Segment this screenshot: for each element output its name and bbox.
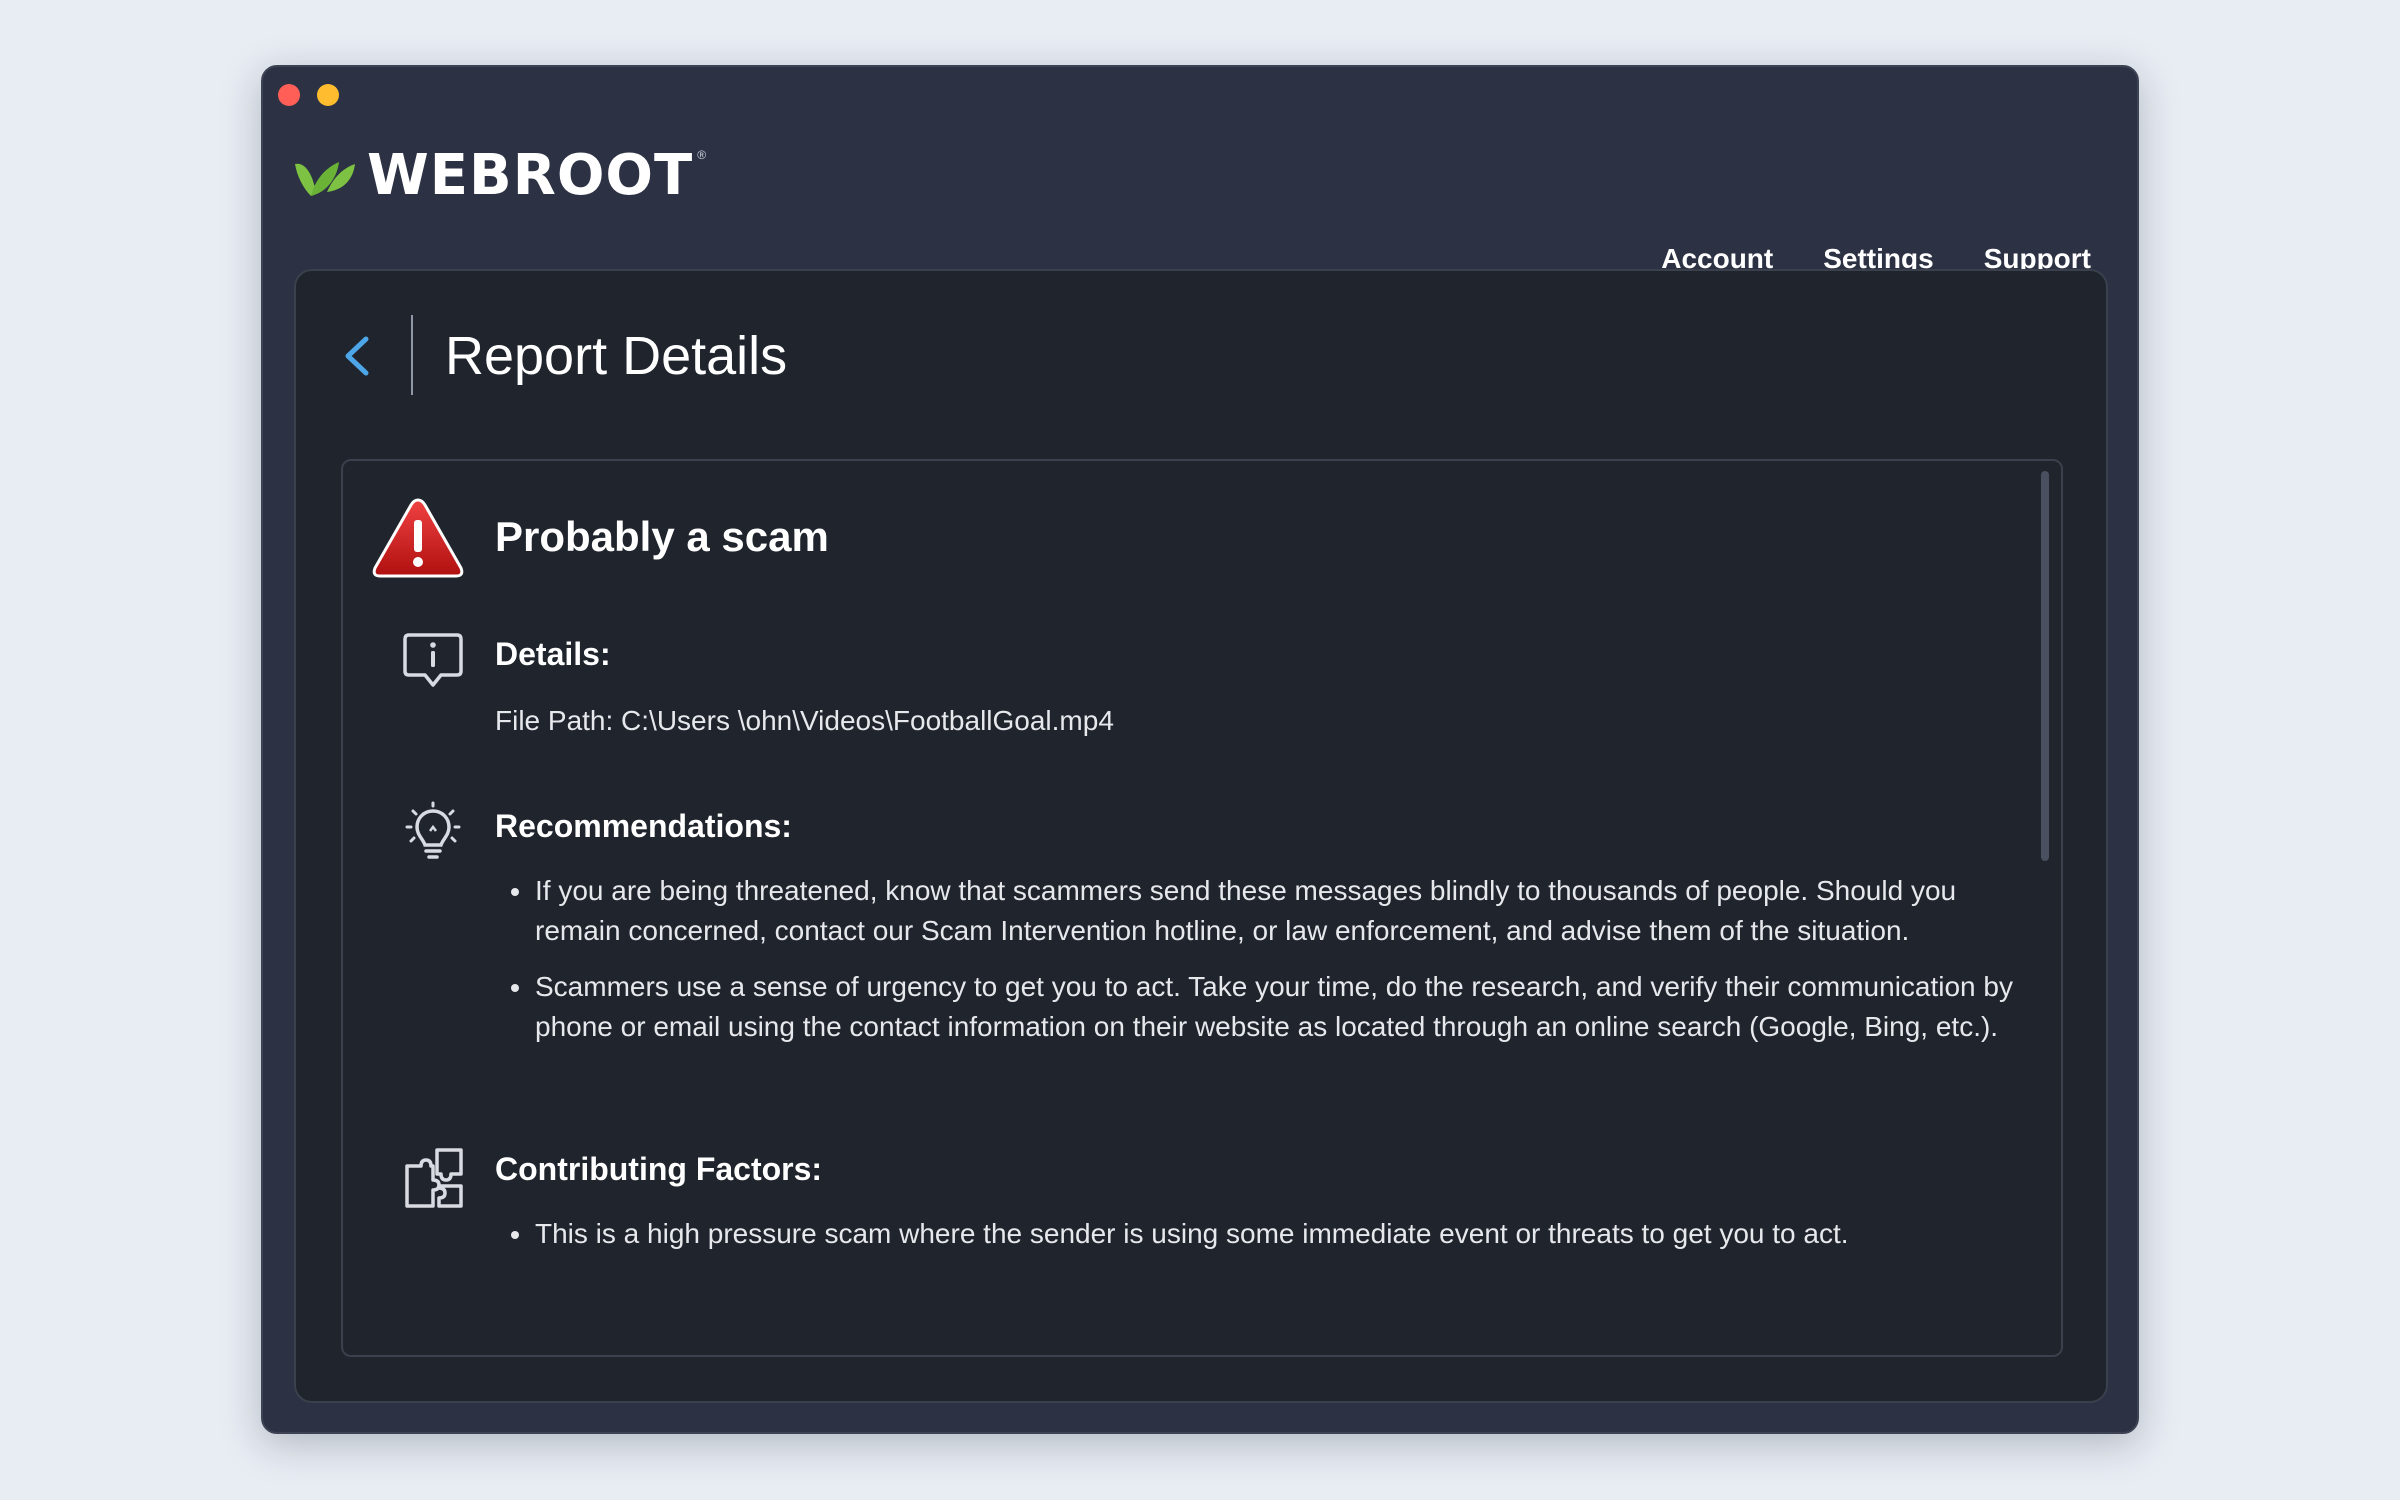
puzzle-icon — [405, 1148, 463, 1208]
scrollbar-thumb[interactable] — [2041, 471, 2049, 861]
recommendations-list: If you are being threatened, know that s… — [495, 871, 2035, 1063]
brand-registered-mark: ® — [697, 148, 707, 162]
header-divider — [411, 315, 413, 395]
window-controls — [278, 84, 339, 106]
webroot-logo: WEBROOT ® — [293, 142, 706, 204]
verdict-title: Probably a scam — [495, 513, 829, 560]
list-item: If you are being threatened, know that s… — [511, 871, 2035, 951]
warning-triangle-icon — [372, 498, 464, 578]
close-window-button[interactable] — [278, 84, 300, 106]
back-arrow-icon[interactable] — [340, 331, 374, 381]
app-window: WEBROOT ® Account Settings Support Repor… — [261, 65, 2139, 1434]
page-title: Report Details — [445, 326, 788, 386]
minimize-window-button[interactable] — [317, 84, 339, 106]
report-card: Probably a scam Details: File Path: C:\U… — [341, 459, 2063, 1357]
brand-name: WEBROOT — [367, 143, 694, 208]
report-panel: Report Details Probably a scam Details: … — [294, 269, 2108, 1403]
list-item: This is a high pressure scam where the s… — [511, 1214, 2035, 1254]
contributing-factors-list: This is a high pressure scam where the s… — [495, 1214, 2035, 1270]
lightbulb-icon — [405, 801, 461, 859]
file-path-text: File Path: C:\Users \ohn\Videos\Football… — [495, 705, 1114, 736]
details-title: Details: — [495, 636, 611, 672]
contributing-factors-title: Contributing Factors: — [495, 1151, 823, 1187]
recommendations-title: Recommendations: — [495, 808, 792, 844]
list-item: Scammers use a sense of urgency to get y… — [511, 967, 2035, 1047]
info-chat-icon — [403, 633, 463, 687]
webroot-leaf-icon — [295, 162, 355, 196]
